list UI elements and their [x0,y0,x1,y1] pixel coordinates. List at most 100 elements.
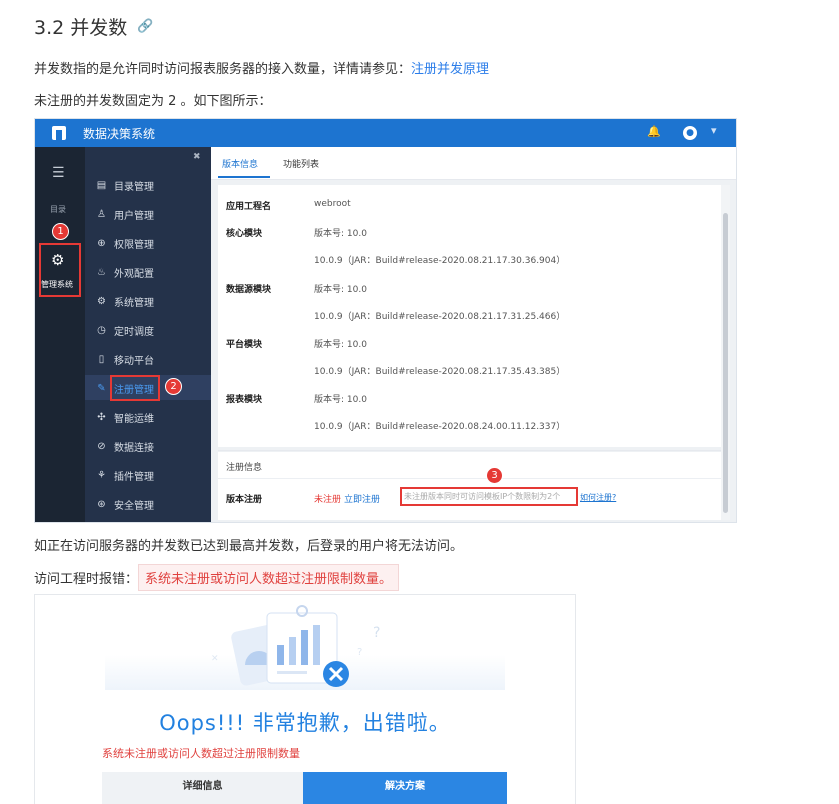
list-icon[interactable]: ☰ [52,165,65,181]
avatar[interactable]: ● [683,126,697,140]
register-principle-link[interactable]: 注册并发原理 [411,62,489,77]
register-now-link[interactable]: 立即注册 [344,492,380,505]
paragraph-error: 访问工程时报错： 系统未注册或访问人数超过注册限制数量。 [34,564,400,591]
module-build: 10.0.9（JAR：Build#release-2020.08.21.17.3… [314,256,566,266]
marker-badge-3: 3 [486,467,503,484]
marker-badge-2: 2 [165,378,182,395]
registration-limit-note: 未注册版本同时可访问模板IP个数限制为2个 [400,487,578,506]
module-name: 数据源模块 [226,285,272,295]
anchor-link-icon[interactable]: 🔗 [137,19,153,34]
paragraph-concurrency: 并发数指的是允许同时访问报表服务器的接入数量，详情请参见：注册并发原理 [34,58,489,77]
marker-badge-1: 1 [52,223,69,240]
menu-label: 安全管理 [114,501,154,512]
tab-version-info[interactable]: 版本信息 [222,157,258,170]
menu-item-schedule[interactable]: ◷ 定时调度 [96,323,154,338]
brush-icon: ♨ [97,267,106,278]
menu-label: 智能运维 [114,414,154,425]
module-version: 版本号: 10.0 [314,285,367,295]
catalog-icon: ▤ [96,180,107,191]
main-content: 版本信息 功能列表 应用工程名 webroot 核心模块 版本号: 10.0 1… [211,147,736,522]
menu-item-appearance[interactable]: ♨ 外观配置 [96,265,154,280]
tab-feature-list[interactable]: 功能列表 [283,157,319,170]
menu-label: 权限管理 [114,240,154,251]
registration-label: 版本注册 [226,495,263,505]
svg-text:?: ? [373,625,380,641]
admin-screenshot: 数据决策系统 🔔 ● ▾ ☰ 目录 ⚙ 管理系统 1 ✖ ▤ 目录管理 ♙ 用户管理… [34,118,737,523]
gear-icon[interactable]: ⚙ [51,251,64,269]
heading-text: 3.2 并发数 [34,17,128,39]
menu-item-permissions[interactable]: ⊕ 权限管理 [96,236,154,251]
details-button[interactable]: 详细信息 [102,772,303,804]
active-tab-indicator [218,176,270,178]
project-value: webroot [314,199,351,209]
section-heading: 3.2 并发数 🔗 [34,13,153,40]
ops-icon: ✣ [97,412,106,423]
top-bar: 数据决策系统 🔔 ● ▾ [35,119,736,147]
module-name: 平台模块 [226,340,263,350]
registration-marker [110,375,160,401]
lock-icon: ⊕ [97,238,106,249]
menu-item-ops[interactable]: ✣ 智能运维 [96,410,154,425]
primary-sidebar: ☰ 目录 ⚙ 管理系统 1 [35,147,85,522]
paragraph-text: 并发数指的是允许同时访问报表服务器的接入数量，详情请参见： [34,62,412,77]
project-label: 应用工程名 [226,202,272,212]
chevron-down-icon[interactable]: ▾ [711,124,717,137]
menu-label: 用户管理 [114,211,154,222]
error-prefix: 访问工程时报错： [34,572,139,587]
app-logo-icon [52,126,66,140]
menu-label: 目录管理 [114,182,154,193]
module-version: 版本号: 10.0 [314,395,367,405]
mobile-icon: ▯ [98,354,105,365]
menu-label: 定时调度 [114,327,154,338]
registration-section-title: 注册信息 [226,463,263,473]
menu-item-catalog[interactable]: ▤ 目录管理 [96,178,154,193]
menu-item-security[interactable]: ⊛ 安全管理 [96,497,154,512]
module-name: 核心模块 [226,229,263,239]
clock-icon: ◷ [97,325,106,336]
shield-icon: ⊛ [97,499,106,510]
pin-icon[interactable]: ✖ [193,152,201,162]
error-title: Oops!!! 非常抱歉，出错啦。 [159,711,451,735]
divider [218,478,721,479]
settings-icon: ⚙ [97,296,106,307]
solution-button[interactable]: 解决方案 [303,772,507,804]
paragraph-unregistered: 未注册的并发数固定为 2 。如下图所示： [34,94,272,109]
tab-bar: 版本信息 功能列表 [211,147,736,180]
menu-item-mobile[interactable]: ▯ 移动平台 [96,352,154,367]
registration-card: 注册信息 版本注册 未注册 立即注册 3 如何注册? [218,452,721,520]
admin-system-label[interactable]: 管理系统 [41,279,73,290]
menu-label: 移动平台 [114,356,154,367]
module-build: 10.0.9（JAR：Build#release-2020.08.24.00.1… [314,422,566,432]
version-info-card: 应用工程名 webroot 核心模块 版本号: 10.0 10.0.9（JAR：… [218,185,721,447]
menu-label: 外观配置 [114,269,154,280]
scrollbar-thumb[interactable] [723,213,728,513]
module-version: 版本号: 10.0 [314,229,367,239]
error-message: 系统未注册或访问人数超过注册限制数量 [102,747,300,760]
user-icon: ♙ [97,209,106,220]
menu-item-plugins[interactable]: ⚘ 插件管理 [96,468,154,483]
menu-label: 数据连接 [114,443,154,454]
divider [218,450,721,451]
how-to-register-link[interactable]: 如何注册? [580,492,616,503]
module-build: 10.0.9（JAR：Build#release-2020.08.21.17.3… [314,367,566,377]
error-message-inline: 系统未注册或访问人数超过注册限制数量。 [138,564,400,591]
svg-text:?: ? [357,647,362,658]
app-title: 数据决策系统 [83,127,156,141]
scrollbar[interactable] [721,185,730,520]
admin-menu: ✖ ▤ 目录管理 ♙ 用户管理 ⊕ 权限管理 ♨ 外观配置 ⚙ 系统管理 ◷ 定时调度 ▯ 移… [85,147,211,522]
catalog-label[interactable]: 目录 [50,204,66,215]
link-icon: ⊘ [97,441,106,452]
bell-icon[interactable]: 🔔 [647,125,661,138]
registration-status: 未注册 [314,495,342,505]
menu-item-data-connection[interactable]: ⊘ 数据连接 [96,439,154,454]
menu-item-system[interactable]: ⚙ 系统管理 [96,294,154,309]
paragraph-max-concurrency: 如正在访问服务器的并发数已达到最高并发数，后登录的用户将无法访问。 [34,539,464,554]
svg-text:✕: ✕ [211,654,219,664]
menu-label: 系统管理 [114,298,154,309]
module-version: 版本号: 10.0 [314,340,367,350]
menu-label: 插件管理 [114,472,154,483]
plugin-icon: ⚘ [97,470,106,481]
menu-item-users[interactable]: ♙ 用户管理 [96,207,154,222]
error-page-screenshot: ? ? ✕ Oops!!! 非常抱歉，出错啦。 系统未注册或访问人数超过注册限制… [34,594,576,804]
register-icon: ✎ [97,383,106,394]
